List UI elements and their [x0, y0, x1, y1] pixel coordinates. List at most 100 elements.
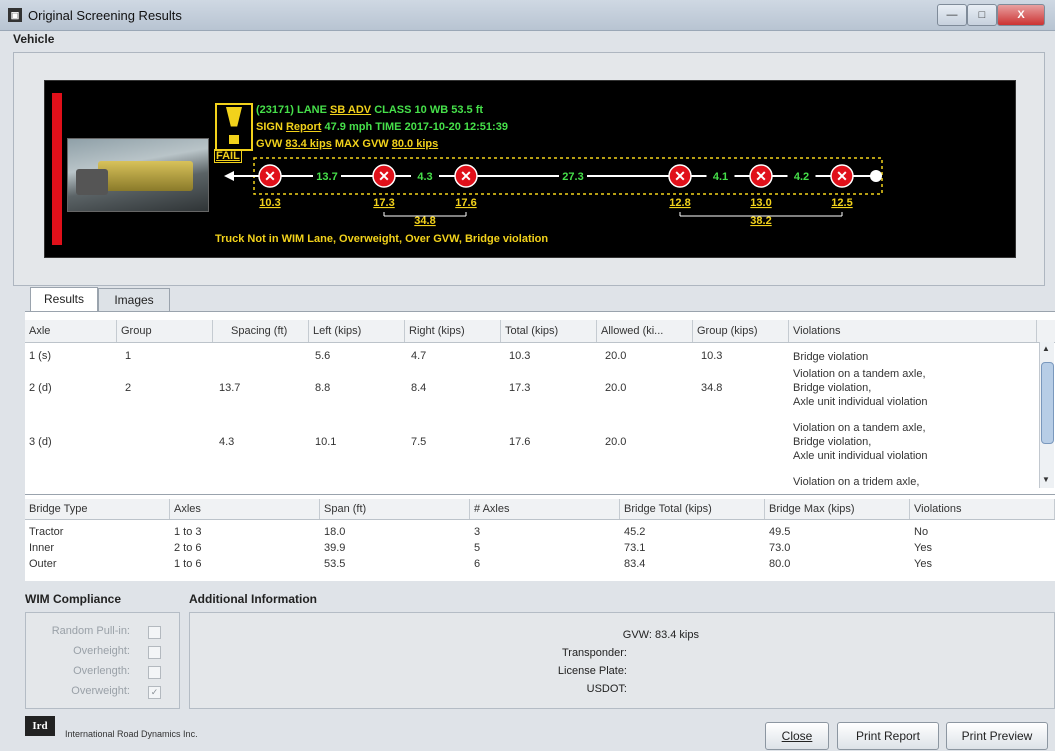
row3-spacing: 4.3 [219, 436, 235, 448]
row3-violation-3: Axle unit individual violation [793, 450, 928, 462]
print-report-button[interactable]: Print Report [837, 722, 939, 750]
row2-left: 8.8 [315, 382, 331, 394]
axle-6-weight: 12.5 [831, 197, 852, 209]
bridge-row3-max: 80.0 [769, 558, 791, 570]
row2-total: 17.3 [509, 382, 531, 394]
row1-total: 10.3 [509, 350, 531, 362]
row2-group: 2 [125, 382, 132, 394]
group-weight-2: 38.2 [750, 215, 771, 227]
spacing-3: 27.3 [562, 171, 583, 183]
col-violations[interactable]: Violations [789, 320, 1037, 342]
col-axle-count[interactable]: # Axles [470, 499, 620, 519]
col-group[interactable]: Group [117, 320, 213, 342]
row3-left: 10.1 [315, 436, 337, 448]
spacing-4: 4.1 [713, 171, 728, 183]
axle-1-weight: 10.3 [259, 197, 280, 209]
bridge-row1-total: 45.2 [624, 526, 646, 538]
overheight-checkbox[interactable] [148, 646, 161, 659]
col-total[interactable]: Total (kips) [501, 320, 597, 342]
bridge-row1-max: 49.5 [769, 526, 791, 538]
bridge-row2-type: Inner [29, 542, 55, 554]
overlength-label: Overlength: [73, 665, 130, 677]
violation-message: Truck Not in WIM Lane, Overweight, Over … [215, 233, 549, 245]
results-header: Axle Group Spacing (ft) Left (kips) Righ… [25, 320, 1055, 343]
row2-right: 8.4 [411, 382, 427, 394]
results-scrollbar[interactable]: ▲ ▼ [1039, 342, 1054, 488]
row3-violation-2: Bridge violation, [793, 436, 872, 448]
bridge-row3-total: 83.4 [624, 558, 646, 570]
axle-3-weight: 17.6 [455, 197, 476, 209]
row1-left: 5.6 [315, 350, 331, 362]
row3-axle: 3 (d) [29, 436, 52, 448]
direction-arrow-icon [224, 171, 234, 181]
group-weight-1: 34.8 [414, 215, 435, 227]
gvw-info: GVW: 83.4 kips [622, 629, 699, 641]
col-bridge-total[interactable]: Bridge Total (kips) [620, 499, 765, 519]
row3-violation-1: Violation on a tandem axle, [793, 422, 926, 434]
overweight-checkbox[interactable]: ✓ [148, 686, 161, 699]
bridge-row1-type: Tractor [29, 526, 64, 538]
row2-axle: 2 (d) [29, 382, 52, 394]
random-pullin-label: Random Pull-in: [51, 625, 130, 637]
col-axle[interactable]: Axle [25, 320, 117, 342]
row2-group-kips: 34.8 [701, 382, 723, 394]
scroll-up-icon[interactable]: ▲ [1042, 344, 1050, 353]
axle-end-marker [870, 170, 882, 182]
print-preview-button[interactable]: Print Preview [946, 722, 1048, 750]
col-group-kips[interactable]: Group (kips) [693, 320, 789, 342]
axle-4-fail-icon: ✕ [674, 168, 686, 184]
axle-diagram: ✕ ✕ ✕ ✕ ✕ ✕ 13.7 4.3 27.3 4.1 4.2 10.3 17.3 17.6 12.… [224, 157, 883, 227]
row1-group: 1 [125, 350, 132, 362]
bridge-row2-total: 73.1 [624, 542, 646, 554]
col-right[interactable]: Right (kips) [405, 320, 501, 342]
col-allowed[interactable]: Allowed (ki... [597, 320, 693, 342]
bridge-row1-axles: 1 to 3 [174, 526, 202, 538]
row1-allowed: 20.0 [605, 350, 627, 362]
row2-allowed: 20.0 [605, 382, 627, 394]
tab-results[interactable]: Results [30, 287, 98, 312]
col-bridge-axles[interactable]: Axles [170, 499, 320, 519]
col-spacing[interactable]: Spacing (ft) [213, 320, 309, 342]
col-bridge-max[interactable]: Bridge Max (kips) [765, 499, 910, 519]
row3-allowed: 20.0 [605, 436, 627, 448]
scroll-down-icon[interactable]: ▼ [1042, 475, 1050, 484]
col-left[interactable]: Left (kips) [309, 320, 405, 342]
axle-2-weight: 17.3 [373, 197, 394, 209]
col-bridge-type[interactable]: Bridge Type [25, 499, 170, 519]
bridge-row3-type: Outer [29, 558, 57, 570]
license-plate-label: License Plate: [557, 665, 627, 677]
bridge-row3-violations: Yes [914, 558, 932, 570]
bridge-row2-max: 73.0 [769, 542, 791, 554]
usdot-label: USDOT: [586, 683, 627, 695]
row1-right: 4.7 [411, 350, 427, 362]
bridge-row1-span: 18.0 [324, 526, 346, 538]
tab-images[interactable]: Images [98, 288, 170, 311]
random-pullin-checkbox[interactable] [148, 626, 161, 639]
row2-violation-2: Bridge violation, [793, 382, 872, 394]
row1-axle: 1 (s) [29, 350, 51, 362]
bridge-row3-span: 53.5 [324, 558, 346, 570]
overheight-label: Overheight: [73, 645, 130, 657]
wim-compliance-title: WIM Compliance [25, 592, 122, 606]
close-button-label: Close [781, 729, 813, 743]
transponder-label: Transponder: [561, 647, 627, 659]
additional-info-title: Additional Information [189, 592, 317, 606]
axle-6-fail-icon: ✕ [836, 168, 848, 184]
close-button[interactable]: Close [765, 722, 829, 750]
scroll-thumb[interactable] [1041, 362, 1054, 444]
bridge-row1-violations: No [914, 526, 929, 538]
row1-violation: Bridge violation [793, 351, 869, 363]
bridge-row2-count: 5 [474, 542, 481, 554]
col-bridge-violations[interactable]: Violations [910, 499, 1055, 519]
wim-compliance-panel: Random Pull-in: Overheight: Overlength: … [25, 612, 180, 709]
row3-right: 7.5 [411, 436, 427, 448]
bridge-row3-count: 6 [474, 558, 481, 570]
spacing-5: 4.2 [794, 171, 809, 183]
overlength-checkbox[interactable] [148, 666, 161, 679]
col-span[interactable]: Span (ft) [320, 499, 470, 519]
row3-total: 17.6 [509, 436, 531, 448]
bridge-row3-axles: 1 to 6 [174, 558, 202, 570]
company-logo: Ird [25, 716, 55, 736]
axle-3-fail-icon: ✕ [460, 168, 472, 184]
axle-4-weight: 12.8 [669, 197, 690, 209]
